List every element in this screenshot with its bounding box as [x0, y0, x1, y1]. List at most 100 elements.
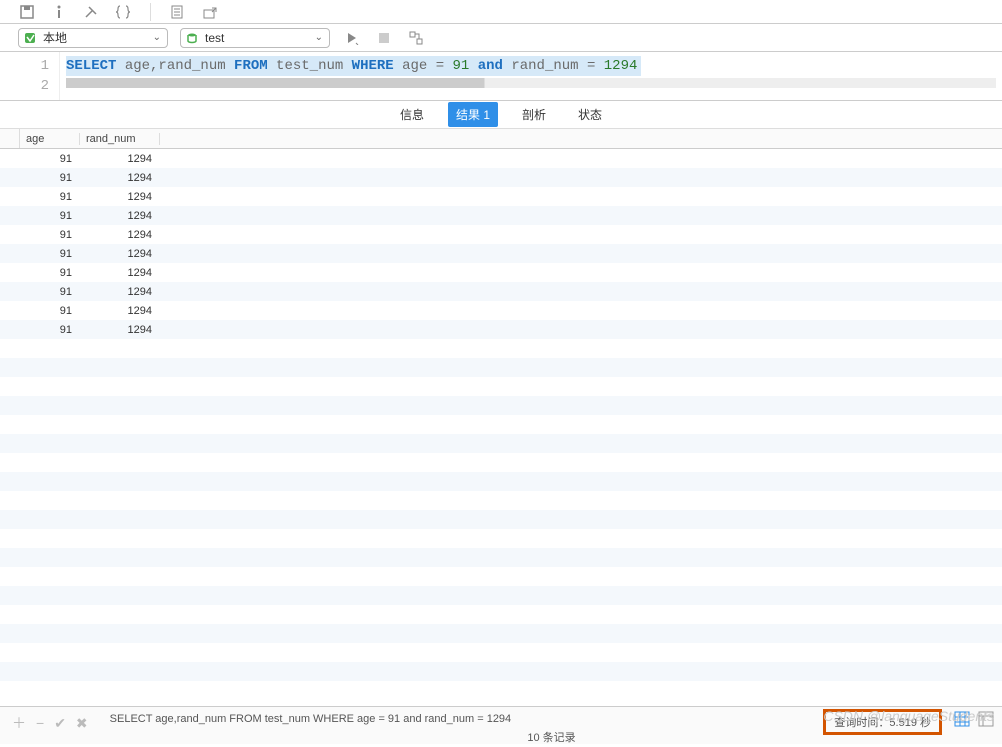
tab-status[interactable]: 状态	[570, 102, 610, 127]
cell-rand-num[interactable]: 1294	[80, 324, 160, 336]
status-actions: ＋ − ✔ ✖	[8, 711, 92, 735]
connection-icon	[23, 31, 37, 45]
empty-row	[0, 510, 1002, 529]
empty-row	[0, 358, 1002, 377]
empty-row	[0, 339, 1002, 358]
cell-rand-num[interactable]: 1294	[80, 191, 160, 203]
editor-hscroll[interactable]	[66, 78, 996, 88]
table-row[interactable]: 911294	[0, 244, 1002, 263]
cell-age[interactable]: 91	[20, 324, 80, 336]
grid-empty-stripes	[0, 339, 1002, 689]
cell-rand-num[interactable]: 1294	[80, 210, 160, 222]
table-row[interactable]: 911294	[0, 206, 1002, 225]
table-row[interactable]: 911294	[0, 225, 1002, 244]
apply-icon[interactable]: ✔	[54, 715, 66, 732]
line-number: 1	[0, 56, 49, 76]
empty-row	[0, 491, 1002, 510]
sql-statement: SELECT age,rand_num FROM test_num WHERE …	[66, 56, 641, 76]
database-label: test	[203, 31, 309, 45]
cell-rand-num[interactable]: 1294	[80, 229, 160, 241]
status-query-text: SELECT age,rand_num FROM test_num WHERE …	[110, 713, 794, 725]
run-icon[interactable]	[342, 28, 362, 48]
cell-rand-num[interactable]: 1294	[80, 172, 160, 184]
chevron-updown-icon: ⌄	[151, 32, 163, 43]
connection-label: 本地	[41, 29, 147, 46]
cell-rand-num[interactable]: 1294	[80, 267, 160, 279]
status-bar: ＋ − ✔ ✖ SELECT age,rand_num FROM test_nu…	[0, 706, 1002, 744]
database-icon	[185, 31, 199, 45]
table-row[interactable]: 911294	[0, 149, 1002, 168]
tools-icon[interactable]	[82, 3, 100, 21]
table-row[interactable]: 911294	[0, 320, 1002, 339]
main-toolbar	[0, 0, 1002, 24]
status-record-count: 10 条记录	[310, 729, 794, 745]
cell-age[interactable]: 91	[20, 172, 80, 184]
empty-row	[0, 643, 1002, 662]
empty-row	[0, 377, 1002, 396]
cancel-icon[interactable]: ✖	[76, 715, 88, 732]
empty-row	[0, 548, 1002, 567]
database-dropdown[interactable]: test ⌄	[180, 28, 330, 48]
braces-icon[interactable]	[114, 3, 132, 21]
tab-result[interactable]: 结果 1	[448, 102, 498, 127]
cell-age[interactable]: 91	[20, 153, 80, 165]
result-grid: age rand_num 911294911294911294911294911…	[0, 129, 1002, 689]
empty-row	[0, 434, 1002, 453]
table-row[interactable]: 911294	[0, 168, 1002, 187]
empty-row	[0, 567, 1002, 586]
empty-row	[0, 415, 1002, 434]
cell-age[interactable]: 91	[20, 191, 80, 203]
query-time-text: 查询时间：5.519 秒	[834, 717, 931, 729]
result-tabs: 信息 结果 1 剖析 状态	[0, 101, 1002, 129]
sql-editor[interactable]: 1 2 SELECT age,rand_num FROM test_num WH…	[0, 52, 1002, 101]
cell-age[interactable]: 91	[20, 210, 80, 222]
cell-age[interactable]: 91	[20, 286, 80, 298]
save-icon[interactable]	[18, 3, 36, 21]
empty-row	[0, 453, 1002, 472]
explain-icon[interactable]	[406, 28, 426, 48]
connection-dropdown[interactable]: 本地 ⌄	[18, 28, 168, 48]
cell-age[interactable]: 91	[20, 248, 80, 260]
table-row[interactable]: 911294	[0, 301, 1002, 320]
delete-row-icon[interactable]: −	[36, 715, 44, 731]
status-query-area: SELECT age,rand_num FROM test_num WHERE …	[92, 711, 812, 747]
query-time-box: 查询时间：5.519 秒	[823, 709, 942, 735]
table-row[interactable]: 911294	[0, 263, 1002, 282]
empty-row	[0, 662, 1002, 681]
connection-toolbar: 本地 ⌄ test ⌄	[0, 24, 1002, 52]
export-icon[interactable]	[201, 3, 219, 21]
empty-row	[0, 472, 1002, 491]
status-view-icons	[954, 711, 994, 727]
tab-info[interactable]: 信息	[392, 102, 432, 127]
cell-rand-num[interactable]: 1294	[80, 248, 160, 260]
row-marker-header	[0, 129, 20, 148]
doc-list-icon[interactable]	[169, 3, 187, 21]
cell-rand-num[interactable]: 1294	[80, 305, 160, 317]
grid-body: 9112949112949112949112949112949112949112…	[0, 149, 1002, 339]
chevron-updown-icon: ⌄	[313, 32, 325, 43]
empty-row	[0, 586, 1002, 605]
add-row-icon[interactable]: ＋	[12, 713, 26, 733]
toolbar-separator	[150, 3, 151, 21]
empty-row	[0, 529, 1002, 548]
editor-content[interactable]: SELECT age,rand_num FROM test_num WHERE …	[60, 52, 1002, 100]
line-gutter: 1 2	[0, 52, 60, 100]
cell-age[interactable]: 91	[20, 229, 80, 241]
col-header-rand-num[interactable]: rand_num	[80, 133, 160, 145]
tab-profile[interactable]: 剖析	[514, 102, 554, 127]
table-row[interactable]: 911294	[0, 282, 1002, 301]
grid-header: age rand_num	[0, 129, 1002, 149]
grid-view-icon[interactable]	[954, 711, 970, 727]
cell-age[interactable]: 91	[20, 267, 80, 279]
col-header-age[interactable]: age	[20, 133, 80, 145]
table-row[interactable]: 911294	[0, 187, 1002, 206]
empty-row	[0, 605, 1002, 624]
stop-icon[interactable]	[374, 28, 394, 48]
cell-rand-num[interactable]: 1294	[80, 286, 160, 298]
cell-age[interactable]: 91	[20, 305, 80, 317]
empty-row	[0, 624, 1002, 643]
info-icon[interactable]	[50, 3, 68, 21]
form-view-icon[interactable]	[978, 711, 994, 727]
empty-row	[0, 396, 1002, 415]
cell-rand-num[interactable]: 1294	[80, 153, 160, 165]
